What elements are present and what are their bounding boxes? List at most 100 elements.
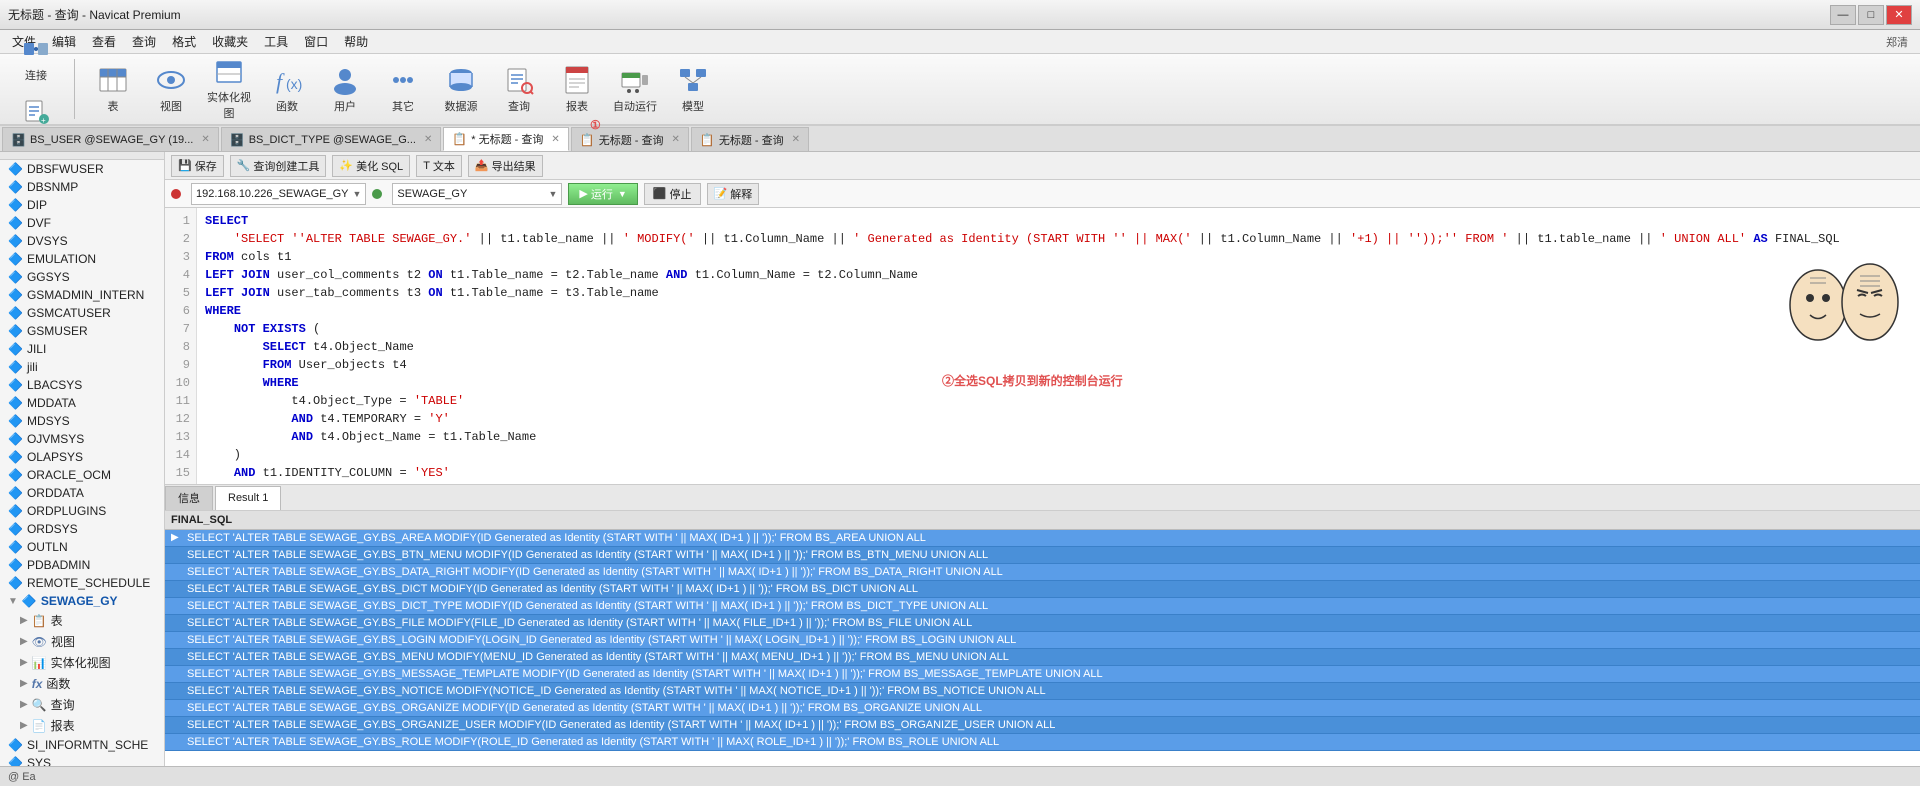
- sidebar-item-gsmcatuser[interactable]: 🔷 GSMCATUSER: [0, 304, 164, 322]
- sidebar-label-emulation: EMULATION: [27, 252, 96, 266]
- sidebar-item-ordplugins[interactable]: 🔷 ORDPLUGINS: [0, 502, 164, 520]
- connection-selector[interactable]: 192.168.10.226_SEWAGE_GY ▼: [191, 183, 366, 205]
- sidebar-item-report-node[interactable]: ▶ 📄 报表: [0, 715, 164, 736]
- table-node-icon: 📋: [32, 614, 47, 628]
- text-icon: T: [423, 160, 430, 172]
- connection-value: 192.168.10.226_SEWAGE_GY: [196, 188, 348, 200]
- menu-query[interactable]: 查询: [124, 31, 164, 52]
- beautify-button[interactable]: ✨ 美化 SQL: [332, 155, 410, 177]
- explain-icon: 📝: [714, 187, 728, 200]
- tab-query-active[interactable]: 📋 * 无标题 - 查询 ✕: [443, 127, 568, 151]
- sidebar-item-dvsys[interactable]: 🔷 DVSYS: [0, 232, 164, 250]
- result-tab-result1[interactable]: Result 1: [215, 486, 281, 510]
- sidebar-item-outln[interactable]: 🔷 OUTLN: [0, 538, 164, 556]
- expand-arrow-matview: ▶: [20, 657, 28, 668]
- sidebar-item-function[interactable]: ▶ fx 函数: [0, 673, 164, 694]
- sidebar-item-table[interactable]: ▶ 📋 表: [0, 610, 164, 631]
- sidebar-item-oracle-ocm[interactable]: 🔷 ORACLE_OCM: [0, 466, 164, 484]
- db-icon: 🔷: [8, 270, 23, 284]
- query-builder-button[interactable]: 🔧 查询创建工具: [230, 155, 327, 177]
- sidebar-label-dvf: DVF: [27, 216, 51, 230]
- tab-close-bs-dict-type[interactable]: ✕: [424, 134, 432, 145]
- report-icon: [561, 64, 593, 96]
- connect-button[interactable]: 连接: [8, 28, 64, 88]
- explain-button[interactable]: 📝 解释: [707, 183, 760, 205]
- result-cell: SELECT 'ALTER TABLE SEWAGE_GY.BS_FILE MO…: [187, 617, 972, 629]
- titlebar-controls: — □ ✕: [1830, 5, 1912, 25]
- sidebar-label-ojvmsys: OJVMSYS: [27, 432, 84, 446]
- sidebar-item-si-informtn[interactable]: 🔷 SI_INFORMTN_SCHE: [0, 736, 164, 754]
- user-button[interactable]: 用户: [317, 59, 373, 119]
- datasource-button[interactable]: 数据源: [433, 59, 489, 119]
- sql-content[interactable]: SELECT 'SELECT ''ALTER TABLE SEWAGE_GY.'…: [197, 208, 1920, 484]
- sidebar-item-dbsnmp[interactable]: 🔷 DBSNMP: [0, 178, 164, 196]
- result-tab-info[interactable]: 信息: [165, 486, 213, 510]
- tab-close-query-3[interactable]: ✕: [792, 134, 800, 145]
- query-button[interactable]: 查询: [491, 59, 547, 119]
- function-button[interactable]: f(x) 函数: [259, 59, 315, 119]
- menu-format[interactable]: 格式: [164, 31, 204, 52]
- sidebar-item-jili-lower[interactable]: 🔷 jili: [0, 358, 164, 376]
- tab-bs-user[interactable]: 🗄️ BS_USER @SEWAGE_GY (19... ✕: [2, 127, 219, 151]
- text-button[interactable]: T 文本: [416, 155, 462, 177]
- tab-label-query-2: 无标题 - 查询: [599, 132, 664, 148]
- tab-close-bs-user[interactable]: ✕: [201, 134, 209, 145]
- db-icon: 🔷: [8, 486, 23, 500]
- close-button[interactable]: ✕: [1886, 5, 1912, 25]
- sidebar-item-emulation[interactable]: 🔷 EMULATION: [0, 250, 164, 268]
- other-button[interactable]: 其它: [375, 59, 431, 119]
- sidebar-item-pdbadmin[interactable]: 🔷 PDBADMIN: [0, 556, 164, 574]
- user-display: 郑清: [1886, 34, 1916, 50]
- sidebar-item-jili-upper[interactable]: 🔷 JILI: [0, 340, 164, 358]
- table-button[interactable]: 表: [85, 59, 141, 119]
- sidebar-item-view[interactable]: ▶ 👁 视图: [0, 631, 164, 652]
- tab-bs-dict-type[interactable]: 🗄️ BS_DICT_TYPE @SEWAGE_G... ✕: [221, 127, 442, 151]
- model-button[interactable]: 模型: [665, 59, 721, 119]
- db-icon: 🔷: [8, 360, 23, 374]
- sidebar-item-gsmuser[interactable]: 🔷 GSMUSER: [0, 322, 164, 340]
- sidebar-item-query-node[interactable]: ▶ 🔍 查询: [0, 694, 164, 715]
- sidebar-item-orddata[interactable]: 🔷 ORDDATA: [0, 484, 164, 502]
- sidebar-item-mddata[interactable]: 🔷 MDDATA: [0, 394, 164, 412]
- materialview-button[interactable]: 实体化视图: [201, 59, 257, 119]
- menu-favorites[interactable]: 收藏夹: [204, 31, 256, 52]
- sidebar-item-mdsys[interactable]: 🔷 MDSYS: [0, 412, 164, 430]
- result-cell: SELECT 'ALTER TABLE SEWAGE_GY.BS_MESSAGE…: [187, 668, 1103, 680]
- sidebar-item-olapsys[interactable]: 🔷 OLAPSYS: [0, 448, 164, 466]
- tab-close-query-active[interactable]: ✕: [551, 134, 559, 145]
- report-button[interactable]: 报表: [549, 59, 605, 119]
- sidebar-label-dbsfwuser: DBSFWUSER: [27, 162, 104, 176]
- tab-icon-query-3: 📋: [700, 133, 715, 147]
- sidebar-item-dip[interactable]: 🔷 DIP: [0, 196, 164, 214]
- tab-query-2[interactable]: 📋 无标题 - 查询 ✕: [571, 127, 689, 151]
- sidebar-item-ojvmsys[interactable]: 🔷 OJVMSYS: [0, 430, 164, 448]
- autorun-button[interactable]: 自动运行: [607, 59, 663, 119]
- view-button[interactable]: 视图: [143, 59, 199, 119]
- stop-button[interactable]: ⬛ 停止: [644, 183, 701, 205]
- menu-view[interactable]: 查看: [84, 31, 124, 52]
- sidebar-item-dbsfwuser[interactable]: 🔷 DBSFWUSER: [0, 160, 164, 178]
- sidebar-item-matview[interactable]: ▶ 📊 实体化视图: [0, 652, 164, 673]
- save-button[interactable]: 💾 保存: [171, 155, 224, 177]
- sidebar-item-gsmadmin[interactable]: 🔷 GSMADMIN_INTERN: [0, 286, 164, 304]
- tab-icon-query-2: 📋: [580, 133, 595, 147]
- sidebar-item-ordsys[interactable]: 🔷 ORDSYS: [0, 520, 164, 538]
- sidebar-item-ggsys[interactable]: 🔷 GGSYS: [0, 268, 164, 286]
- menu-window[interactable]: 窗口: [296, 31, 336, 52]
- menu-help[interactable]: 帮助: [336, 31, 376, 52]
- connect-icon: [20, 33, 52, 65]
- export-button[interactable]: 📤 导出结果: [468, 155, 543, 177]
- maximize-button[interactable]: □: [1858, 5, 1884, 25]
- tab-close-query-2[interactable]: ✕: [672, 134, 680, 145]
- sidebar-item-remote-schedule[interactable]: 🔷 REMOTE_SCHEDULE: [0, 574, 164, 592]
- tab-query-3[interactable]: 📋 无标题 - 查询 ✕: [691, 127, 809, 151]
- sidebar-item-dvf[interactable]: 🔷 DVF: [0, 214, 164, 232]
- minimize-button[interactable]: —: [1830, 5, 1856, 25]
- run-button[interactable]: ▶ 运行 ▼: [568, 183, 637, 205]
- database-selector[interactable]: SEWAGE_GY ▼: [392, 183, 562, 205]
- menu-tools[interactable]: 工具: [256, 31, 296, 52]
- sidebar-label-dbsnmp: DBSNMP: [27, 180, 78, 194]
- sidebar-item-lbacsys[interactable]: 🔷 LBACSYS: [0, 376, 164, 394]
- sql-editor[interactable]: 12345 678910 1112131415 1617 SELECT 'SEL…: [165, 208, 1920, 485]
- sidebar-item-sewage-gy[interactable]: ▼ 🔷 SEWAGE_GY: [0, 592, 164, 610]
